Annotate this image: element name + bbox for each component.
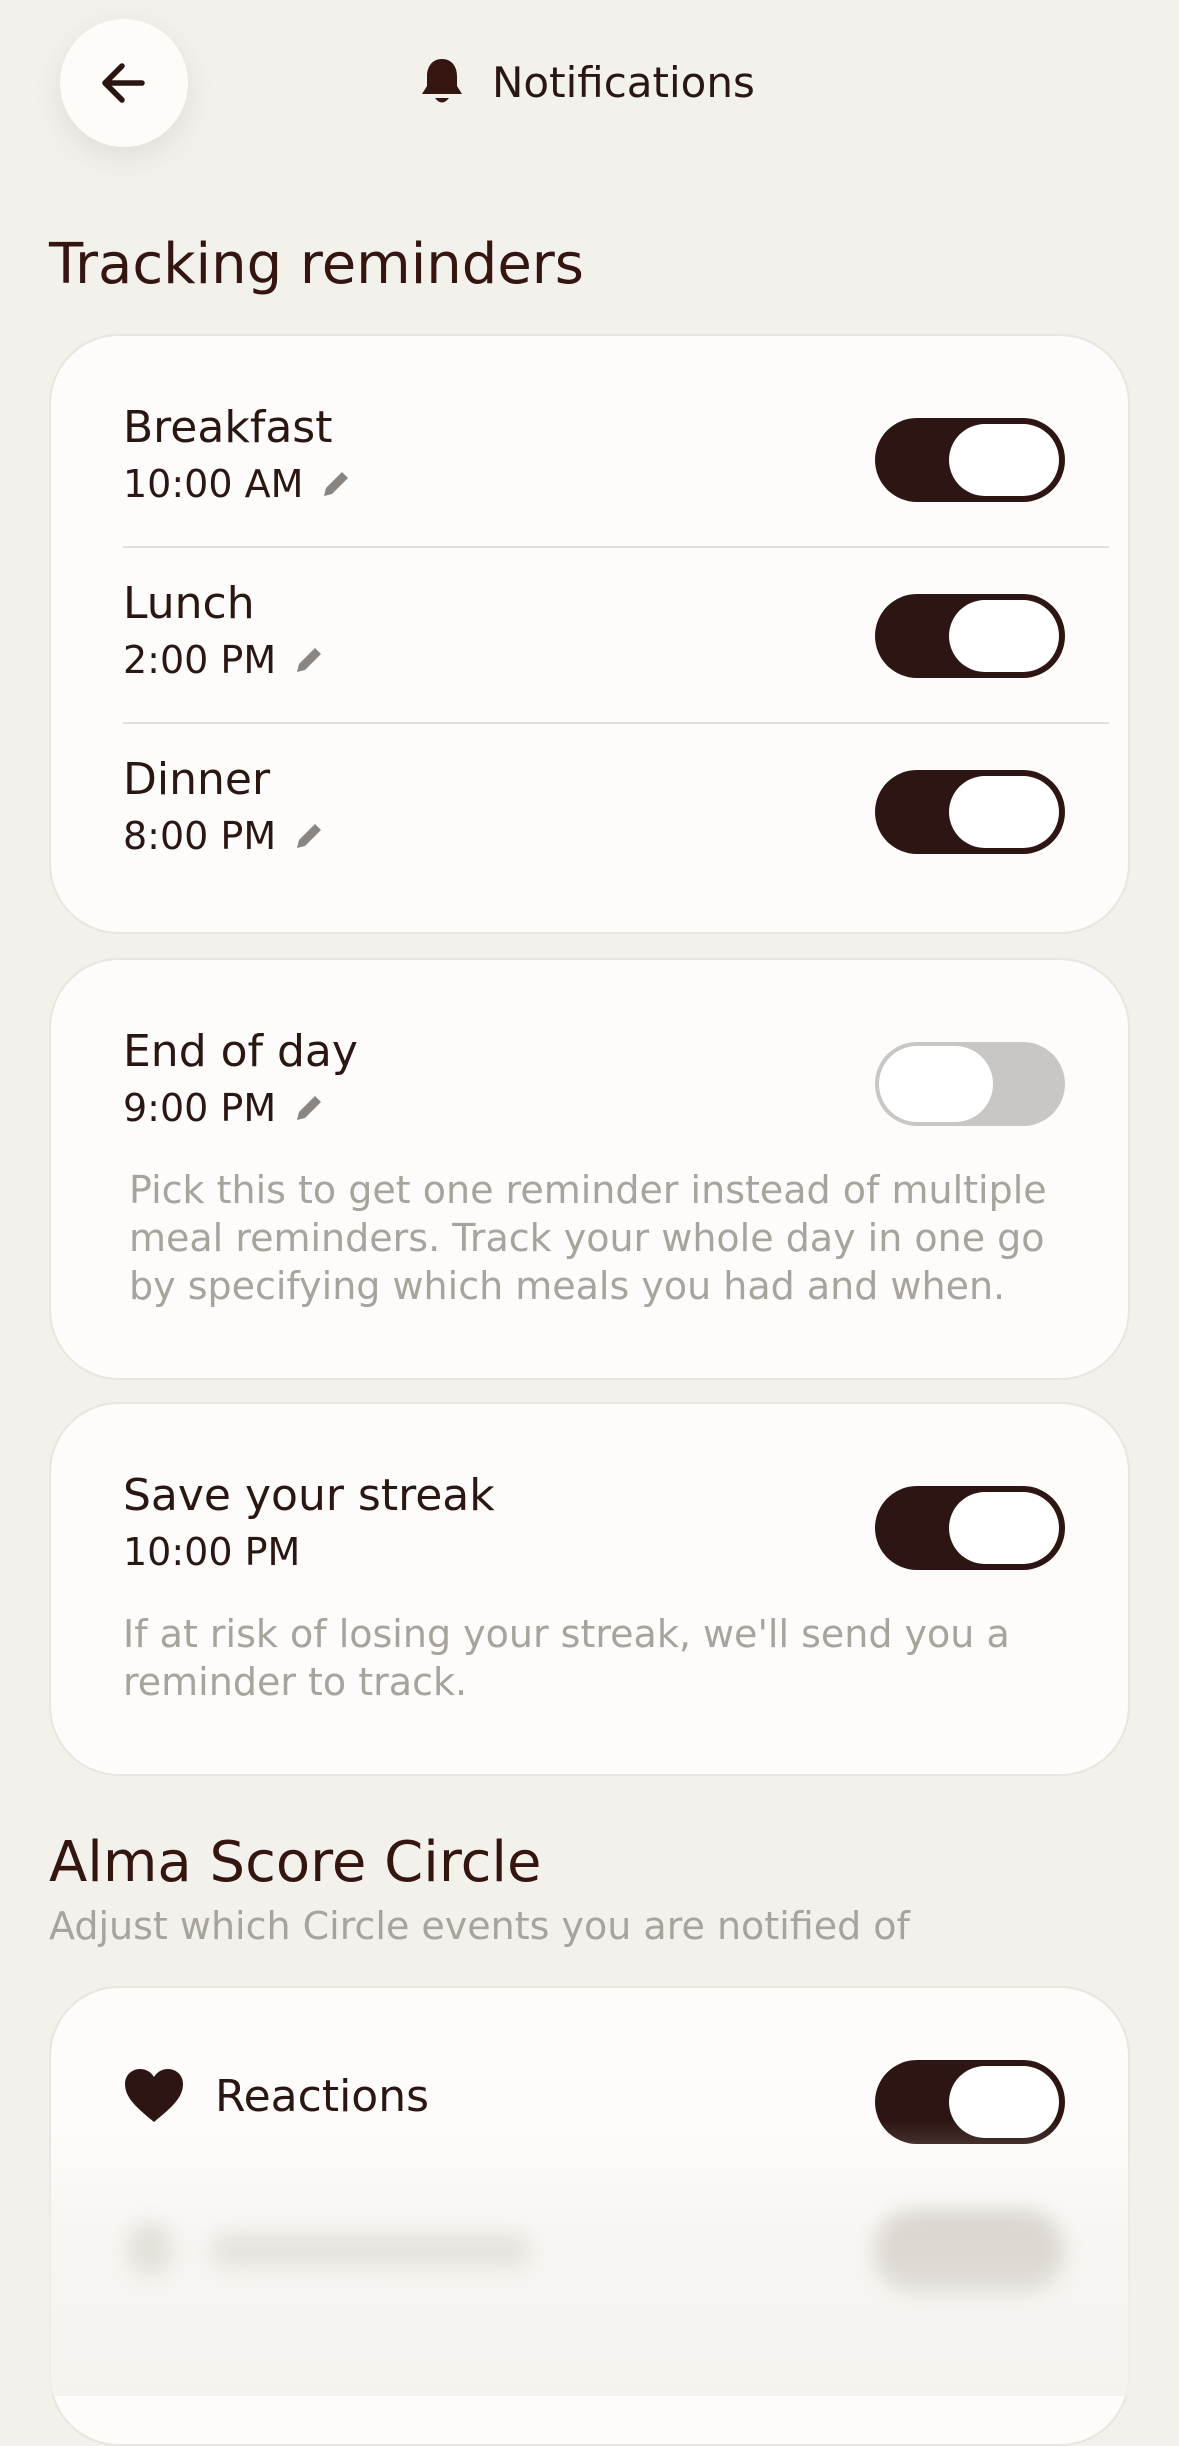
breakfast-title: Breakfast [123, 402, 333, 453]
pencil-icon[interactable] [319, 467, 353, 501]
top-bar: Notifications [0, 0, 1179, 170]
dinner-time[interactable]: 8:00 PM [123, 814, 326, 858]
divider [123, 722, 1109, 724]
reactions-label: Reactions [215, 2070, 430, 2122]
lunch-toggle[interactable] [875, 594, 1065, 678]
streak-toggle[interactable] [875, 1486, 1065, 1570]
streak-time: 10:00 PM [123, 1530, 300, 1574]
page-title: Notifications [492, 57, 755, 107]
pencil-icon[interactable] [292, 1091, 326, 1125]
dinner-title: Dinner [123, 754, 271, 805]
breakfast-toggle[interactable] [875, 418, 1065, 502]
lunch-time-value: 2:00 PM [123, 638, 277, 682]
bell-icon [422, 59, 462, 103]
end-of-day-toggle[interactable] [875, 1042, 1065, 1126]
lunch-title: Lunch [123, 578, 255, 629]
toggle-knob [949, 424, 1059, 496]
breakfast-time-value: 10:00 AM [123, 462, 304, 506]
end-of-day-title: End of day [123, 1026, 358, 1077]
bottom-fade-overlay [0, 2120, 1179, 2396]
reactions-row: Reactions [123, 2068, 429, 2124]
streak-description: If at risk of losing your streak, we'll … [123, 1612, 1010, 1704]
toggle-knob [949, 600, 1059, 672]
page-title-group: Notifications [418, 52, 755, 112]
pencil-icon[interactable] [292, 819, 326, 853]
toggle-knob [949, 776, 1059, 848]
breakfast-time[interactable]: 10:00 AM [123, 462, 353, 506]
end-of-day-description: Pick this to get one reminder instead of… [129, 1168, 1047, 1308]
tracking-reminders-heading: Tracking reminders [49, 232, 584, 297]
heart-icon [125, 2069, 183, 2122]
streak-time-value: 10:00 PM [123, 1530, 301, 1574]
toggle-knob [879, 1046, 993, 1122]
toggle-knob [949, 1492, 1059, 1564]
streak-card: Save your streak 10:00 PM If at risk of … [49, 1402, 1130, 1776]
divider [123, 546, 1109, 548]
circle-subheading: Adjust which Circle events you are notif… [49, 1904, 910, 1948]
circle-heading: Alma Score Circle [49, 1830, 542, 1895]
end-of-day-time[interactable]: 9:00 PM [123, 1086, 326, 1130]
dinner-time-value: 8:00 PM [123, 814, 277, 858]
streak-title: Save your streak [123, 1470, 495, 1521]
dinner-toggle[interactable] [875, 770, 1065, 854]
end-of-day-time-value: 9:00 PM [123, 1086, 277, 1130]
end-of-day-card: End of day 9:00 PM Pick this to get one … [49, 958, 1130, 1380]
meal-reminders-card: Breakfast 10:00 AM Lunch 2:00 PM Dinner … [49, 334, 1130, 934]
pencil-icon[interactable] [292, 643, 326, 677]
lunch-time[interactable]: 2:00 PM [123, 638, 326, 682]
back-button[interactable] [60, 19, 188, 147]
arrow-left-icon [102, 63, 145, 103]
